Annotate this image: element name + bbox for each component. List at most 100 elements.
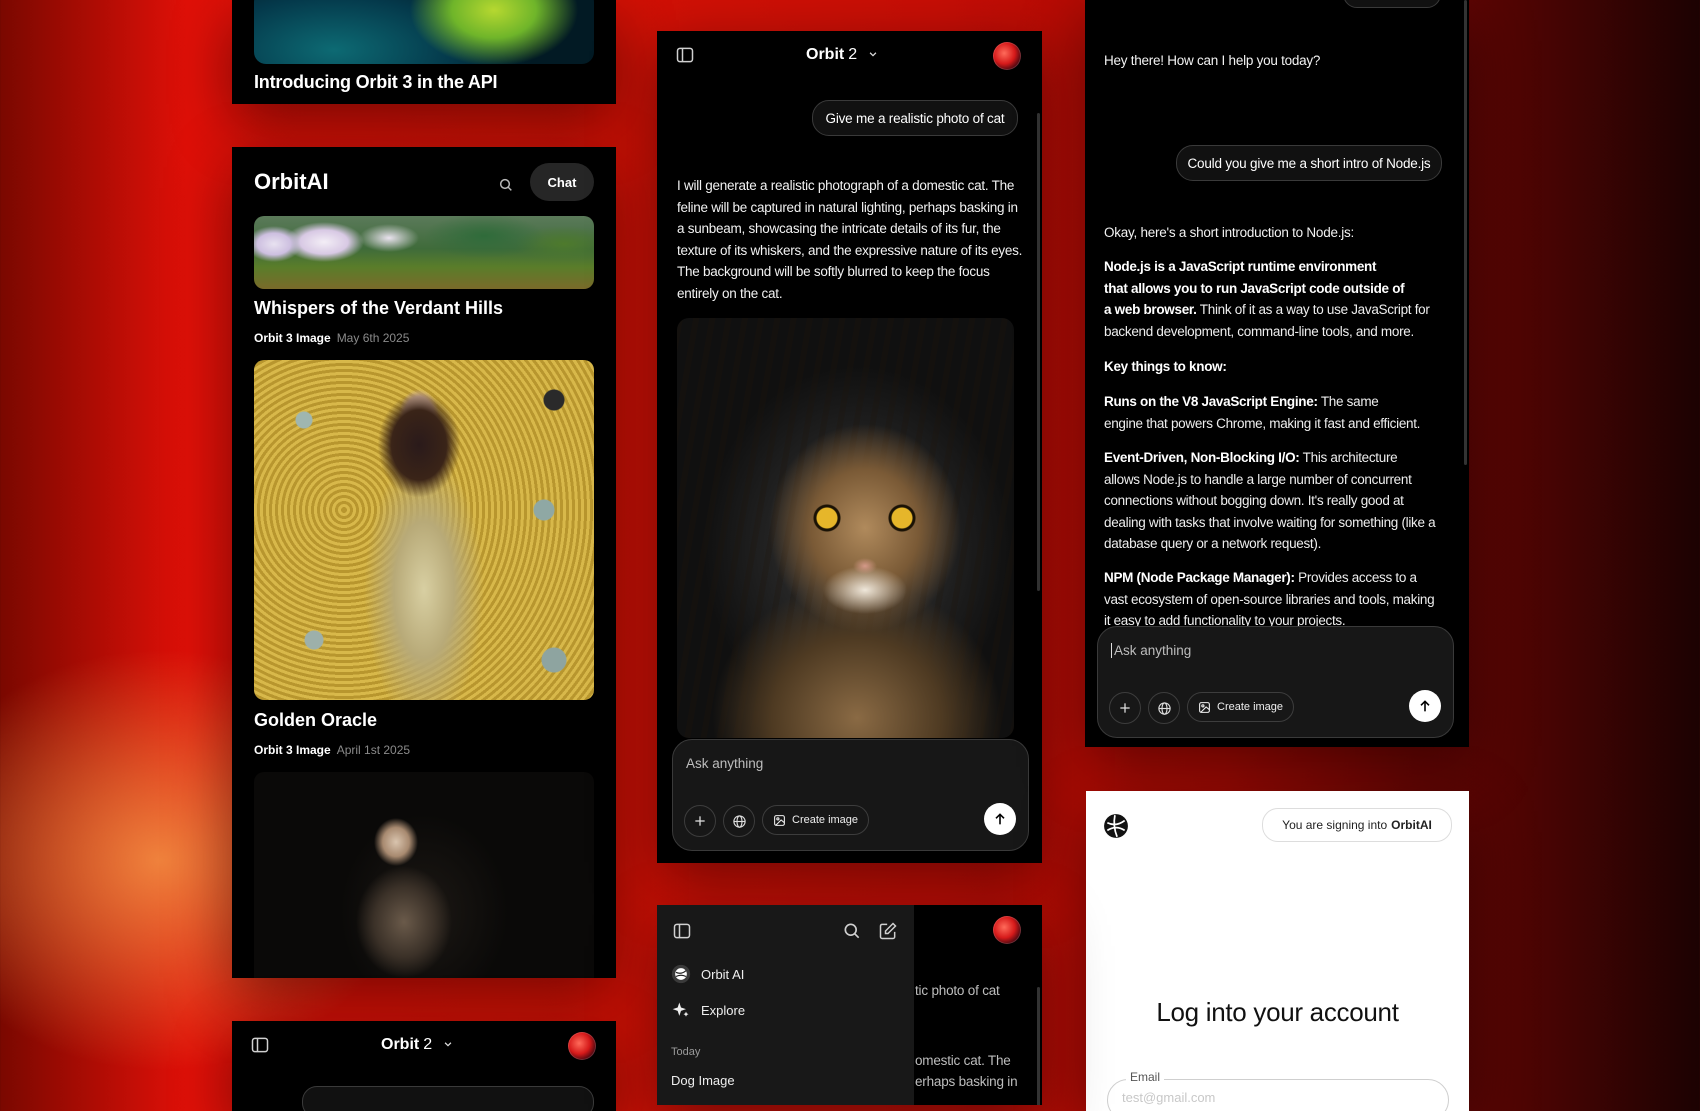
composer: Ask anything Create image	[672, 739, 1029, 851]
model-selector[interactable]: Orbit 2	[381, 1036, 453, 1054]
answer-line: Runs on the V8 JavaScript Engine:	[1104, 394, 1318, 409]
user-message-bubble	[1343, 0, 1441, 8]
avatar[interactable]	[568, 1032, 596, 1060]
peek-bubble-text: tic photo of cat	[915, 983, 1000, 998]
orbit3-api-card[interactable]: Introducing Orbit 3 in the API	[232, 0, 616, 104]
sidebar-item-explore[interactable]: Explore	[671, 1000, 745, 1020]
add-icon[interactable]	[684, 805, 716, 837]
answer-line: Node.js is a JavaScript runtime environm…	[1104, 259, 1377, 274]
artwork-date: April 1st 2025	[336, 743, 411, 757]
artwork-model: Orbit 3 Image	[254, 743, 331, 757]
globe-icon[interactable]	[1148, 692, 1180, 724]
composer-input[interactable]: Ask anything	[1111, 643, 1191, 658]
sidebar: Orbit AI Explore Today Dog Image	[657, 905, 914, 1105]
orbit-logo-icon	[671, 964, 691, 984]
orbit3-hero-image	[254, 0, 594, 64]
page-title: Log into your account	[1156, 997, 1399, 1027]
generated-cat-image[interactable]	[677, 318, 1014, 738]
search-icon[interactable]	[841, 920, 863, 942]
create-image-label: Create image	[792, 814, 859, 826]
signing-into-badge: You are signing into OrbitAI	[1262, 808, 1452, 842]
search-icon[interactable]	[495, 174, 517, 196]
answer-line: vast ecosystem of open-source libraries …	[1104, 591, 1435, 607]
sparkle-icon	[671, 1000, 691, 1020]
artwork-model: Orbit 3 Image	[254, 331, 331, 345]
reply-line: The background will be softly blurred to…	[677, 264, 990, 279]
pill-brand: OrbitAI	[1391, 818, 1432, 832]
image-icon	[1198, 701, 1211, 714]
artwork-title[interactable]: Whispers of the Verdant Hills	[254, 298, 503, 319]
create-image-button[interactable]: Create image	[1187, 692, 1295, 722]
artwork-image[interactable]	[254, 216, 594, 289]
sidebar-item-label: Orbit AI	[701, 966, 745, 982]
sidebar-toggle-icon[interactable]	[674, 44, 696, 66]
send-icon[interactable]	[1409, 690, 1441, 722]
reply-line: a sunbeam, showcasing the intricate deta…	[677, 221, 1001, 236]
reply-line: feline will be captured in natural light…	[677, 199, 1018, 215]
artwork-image[interactable]	[254, 360, 594, 700]
model-selector[interactable]: Orbit 2	[806, 46, 878, 64]
peek-reply-text: erhaps basking in	[915, 1074, 1018, 1089]
scrollbar[interactable]	[1037, 987, 1040, 1105]
reply-line: I will generate a realistic photograph o…	[677, 178, 1015, 193]
answer-line: The same	[1317, 394, 1379, 409]
artwork-title[interactable]: Golden Oracle	[254, 710, 377, 731]
reply-line: texture of its whiskers, and the express…	[677, 242, 1023, 258]
answer-line: that allows you to run JavaScript code o…	[1104, 280, 1405, 296]
email-placeholder: test@gmail.com	[1122, 1090, 1216, 1105]
composer-input[interactable]: Ask anything	[686, 756, 763, 771]
assistant-intro: Okay, here's a short introduction to Nod…	[1104, 225, 1354, 240]
answer-line: NPM (Node Package Manager):	[1104, 570, 1295, 585]
avatar[interactable]	[993, 42, 1021, 70]
model-name: Orbit	[806, 46, 845, 64]
sidebar-item-orbit-ai[interactable]: Orbit AI	[671, 964, 744, 984]
answer-line: Provides access to a	[1294, 570, 1417, 585]
model-version: 2	[423, 1036, 433, 1054]
section-label: Today	[671, 1046, 701, 1058]
answer-paragraph: NPM (Node Package Manager): Provides acc…	[1104, 567, 1449, 629]
chat-button[interactable]: Chat	[530, 163, 594, 201]
chat-panel-node: Hey there! How can I help you today? Cou…	[1085, 0, 1469, 747]
globe-icon[interactable]	[723, 805, 755, 837]
create-image-label: Create image	[1217, 701, 1284, 713]
chat-history-item[interactable]: Dog Image	[671, 1073, 735, 1088]
answer-line: This architecture	[1299, 450, 1398, 465]
orbit-logo-icon	[1103, 813, 1129, 839]
answer-line: engine that powers Chrome, making it fas…	[1104, 415, 1421, 431]
sidebar-toggle-icon[interactable]	[249, 1034, 271, 1056]
answer-line: backend development, command-line tools,…	[1104, 323, 1414, 339]
artwork-image[interactable]	[254, 772, 594, 978]
chat-panel-bottom: Orbit 2	[232, 1021, 616, 1111]
scrollbar[interactable]	[1037, 113, 1040, 591]
answer-paragraph: Runs on the V8 JavaScript Engine: The sa…	[1104, 391, 1449, 434]
peek-reply-text: omestic cat. The	[915, 1053, 1011, 1068]
answer-heading: Key things to know:	[1104, 356, 1449, 378]
add-icon[interactable]	[1109, 692, 1141, 724]
brand-logo-text[interactable]: OrbitAI	[254, 169, 329, 195]
pill-text: You are signing into	[1282, 818, 1388, 832]
new-chat-icon[interactable]	[877, 920, 899, 942]
sidebar-toggle-icon[interactable]	[671, 920, 693, 942]
key-heading: Key things to know:	[1104, 359, 1227, 374]
login-panel: You are signing into OrbitAI Log into you…	[1086, 791, 1469, 1111]
send-icon[interactable]	[984, 803, 1016, 835]
answer-line: a web browser.	[1104, 302, 1197, 317]
artwork-date: May 6th 2025	[336, 331, 410, 345]
answer-line: database query or a network request).	[1104, 536, 1322, 551]
chat-panel-cat: Orbit 2 Give me a realistic photo of cat …	[657, 31, 1042, 863]
scrollbar[interactable]	[1464, 0, 1467, 465]
create-image-button[interactable]: Create image	[762, 805, 870, 835]
user-message-bubble: Could you give me a short intro of Node.…	[1176, 145, 1442, 181]
sidebar-item-label: Explore	[701, 1002, 746, 1018]
avatar[interactable]	[993, 916, 1021, 944]
model-version: 2	[848, 46, 858, 64]
answer-line: allows Node.js to handle a large number …	[1104, 471, 1412, 487]
artwork-meta: Orbit 3 Image May 6th 2025	[254, 331, 409, 345]
model-name: Orbit	[381, 1036, 420, 1054]
assistant-reply: I will generate a realistic photograph o…	[677, 175, 1022, 304]
answer-paragraph: Event-Driven, Non-Blocking I/O: This arc…	[1104, 447, 1449, 555]
user-message-bubble: Give me a realistic photo of cat	[812, 100, 1018, 136]
artwork-meta: Orbit 3 Image April 1st 2025	[254, 743, 410, 757]
assistant-greeting: Hey there! How can I help you today?	[1104, 53, 1321, 68]
card-title: Introducing Orbit 3 in the API	[254, 72, 498, 92]
